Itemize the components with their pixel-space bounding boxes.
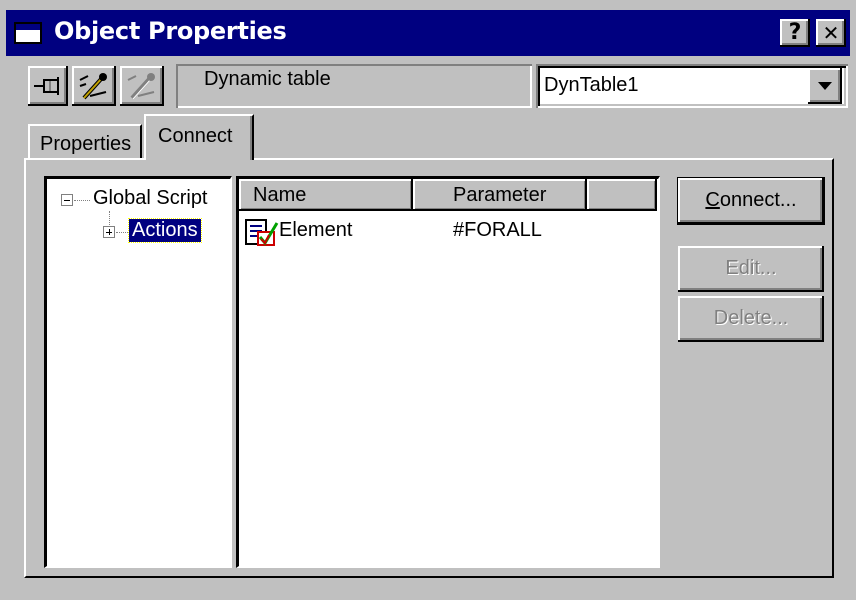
expand-icon[interactable]: [103, 226, 115, 238]
wand-disabled-icon: [127, 73, 155, 100]
column-header-name[interactable]: Name: [239, 179, 413, 211]
chevron-down-icon: [818, 82, 832, 90]
column-parameter-label: Parameter: [453, 184, 547, 206]
window-icon: [14, 22, 42, 44]
column-header-empty[interactable]: [587, 179, 657, 211]
column-name-label: Name: [253, 184, 307, 206]
combobox-dropdown-button[interactable]: [808, 68, 842, 104]
edit-button[interactable]: Edit...: [678, 246, 824, 292]
title-bar[interactable]: Object Properties ? ✕: [6, 10, 850, 56]
column-header-parameter[interactable]: Parameter: [413, 179, 587, 211]
object-properties-window: Object Properties ? ✕ Dynamic table DynT…: [0, 0, 856, 600]
close-button[interactable]: ✕: [816, 19, 846, 47]
tab-properties-label: Properties: [40, 133, 132, 155]
object-name-combobox[interactable]: DynTable1: [536, 64, 848, 108]
pin-button[interactable]: [28, 66, 68, 106]
disconnect-wand-button[interactable]: [120, 66, 164, 106]
edit-button-label: Edit...: [725, 257, 777, 279]
tree-item-global-script[interactable]: Global Script: [93, 187, 208, 210]
object-type-text: Dynamic table: [204, 68, 331, 90]
delete-button-label: Delete...: [713, 307, 789, 329]
collapse-icon[interactable]: [61, 194, 73, 206]
delete-button[interactable]: Delete...: [678, 296, 824, 342]
help-icon: ?: [788, 20, 802, 45]
row-name: Element: [279, 219, 353, 241]
connect-wand-button[interactable]: [72, 66, 116, 106]
pin-icon: [34, 77, 59, 95]
row-parameter: #FORALL: [453, 219, 542, 241]
tab-connect[interactable]: Connect: [144, 114, 254, 160]
connections-list-view[interactable]: Name Parameter Element #FORALL: [236, 176, 660, 568]
list-row[interactable]: Element #FORALL: [239, 215, 657, 247]
connect-button[interactable]: Connect...: [678, 178, 824, 224]
script-tree-view[interactable]: Global Script Actions: [44, 176, 232, 568]
connect-button-label: Connect...: [705, 189, 796, 211]
connect-mnemonic: C: [705, 189, 720, 211]
close-icon: ✕: [822, 21, 840, 45]
window-title: Object Properties: [54, 17, 287, 45]
object-name-value: DynTable1: [544, 74, 639, 96]
tab-connect-label: Connect: [158, 125, 233, 147]
connect-rest: onnect...: [719, 189, 797, 211]
object-type-field: Dynamic table: [176, 64, 532, 108]
wand-icon: [79, 73, 107, 100]
tree-item-actions[interactable]: Actions: [128, 218, 202, 243]
tab-properties[interactable]: Properties: [28, 124, 142, 160]
help-button[interactable]: ?: [780, 19, 810, 47]
element-checklist-icon: [245, 219, 279, 246]
